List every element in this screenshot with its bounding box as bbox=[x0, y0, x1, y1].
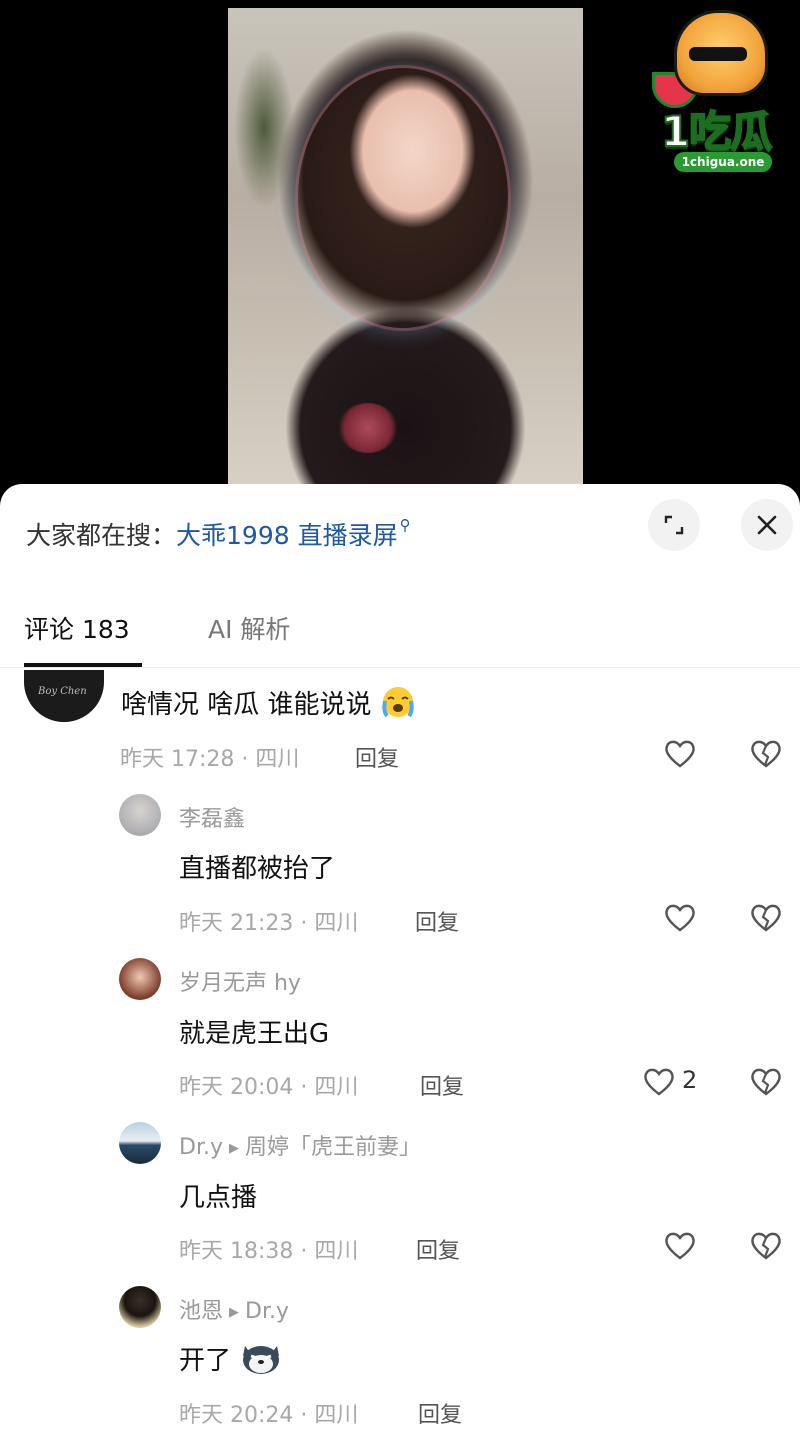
avatar[interactable] bbox=[119, 794, 161, 836]
reply-button[interactable]: 回复 bbox=[355, 741, 399, 773]
video-frame-image bbox=[228, 8, 583, 485]
like-icon[interactable] bbox=[662, 735, 698, 771]
comment-text: 开了 bbox=[179, 1340, 283, 1383]
logo-brand: 1吃瓜 bbox=[660, 106, 773, 157]
dress-rose bbox=[338, 403, 398, 453]
like-icon[interactable] bbox=[662, 899, 698, 935]
comment-text: 啥情况 啥瓜 谁能说说 bbox=[121, 684, 416, 726]
comment-text: 直播都被抬了 bbox=[179, 854, 336, 884]
comment-text: 几点播 bbox=[179, 1183, 258, 1213]
comments-sheet: 大家都在搜：大乖1998 直播录屏 ⚲ 评论 183 AI 解析 Boy Chen… bbox=[0, 484, 800, 1432]
avatar[interactable] bbox=[119, 958, 161, 1000]
comment-meta: 昨天 21:23 · 四川 bbox=[179, 911, 359, 936]
tab-divider bbox=[0, 667, 800, 668]
sunglasses-icon bbox=[689, 47, 747, 61]
comment-author[interactable]: 池恩 ▶ Dr.y bbox=[179, 1293, 289, 1325]
dislike-icon[interactable] bbox=[748, 899, 784, 935]
comment-author[interactable]: 岁月无声 hy bbox=[179, 965, 301, 997]
dislike-icon[interactable] bbox=[748, 735, 784, 771]
reply-button[interactable]: 回复 bbox=[416, 1233, 460, 1265]
background-plant bbox=[234, 48, 294, 208]
mascot-icon bbox=[674, 10, 768, 96]
like-icon[interactable] bbox=[641, 1063, 677, 1099]
comment-text: 就是虎王出G bbox=[179, 1019, 330, 1049]
dislike-icon[interactable] bbox=[748, 1063, 784, 1099]
husky-emoji bbox=[239, 1340, 283, 1383]
close-button[interactable] bbox=[741, 499, 793, 551]
like-icon[interactable] bbox=[662, 1227, 698, 1263]
trending-prefix: 大家都在搜： bbox=[26, 521, 177, 550]
expand-icon bbox=[664, 515, 684, 535]
search-icon: ⚲ bbox=[399, 516, 411, 534]
trending-query-link[interactable]: 大乖1998 直播录屏 bbox=[176, 521, 398, 550]
comment-author[interactable]: Dr.y ▶ 周婷「虎王前妻」 bbox=[179, 1129, 421, 1161]
reply-button[interactable]: 回复 bbox=[415, 905, 459, 937]
video-player[interactable]: 1吃瓜 1chigua.one bbox=[0, 0, 800, 485]
logo-url: 1chigua.one bbox=[674, 152, 772, 172]
comment-meta: 昨天 20:24 · 四川 bbox=[179, 1403, 359, 1428]
reply-arrow-icon: ▶ bbox=[228, 1140, 239, 1156]
face-glow bbox=[298, 68, 508, 328]
avatar[interactable] bbox=[119, 1122, 161, 1164]
reply-button[interactable]: 回复 bbox=[418, 1397, 462, 1429]
comment-meta: 昨天 20:04 · 四川 bbox=[179, 1075, 359, 1100]
dislike-icon[interactable] bbox=[748, 1227, 784, 1263]
reply-arrow-icon: ▶ bbox=[229, 1304, 240, 1320]
avatar[interactable]: Boy Chen bbox=[24, 670, 104, 722]
comment-author[interactable]: 李磊鑫 bbox=[179, 801, 245, 833]
reply-button[interactable]: 回复 bbox=[420, 1069, 464, 1101]
like-count: 2 bbox=[682, 1066, 698, 1094]
expand-button[interactable] bbox=[648, 499, 700, 551]
tab-comments[interactable]: 评论 183 bbox=[24, 610, 130, 646]
tab-ai-analysis[interactable]: AI 解析 bbox=[208, 610, 290, 646]
close-icon bbox=[757, 515, 777, 535]
comment-meta: 昨天 17:28 · 四川 bbox=[120, 747, 300, 772]
trending-search[interactable]: 大家都在搜：大乖1998 直播录屏 ⚲ bbox=[26, 516, 411, 552]
comment-meta: 昨天 18:38 · 四川 bbox=[179, 1239, 359, 1264]
crying-emoji bbox=[380, 685, 416, 726]
watermark-logo: 1吃瓜 1chigua.one bbox=[646, 10, 786, 172]
avatar[interactable] bbox=[119, 1286, 161, 1328]
